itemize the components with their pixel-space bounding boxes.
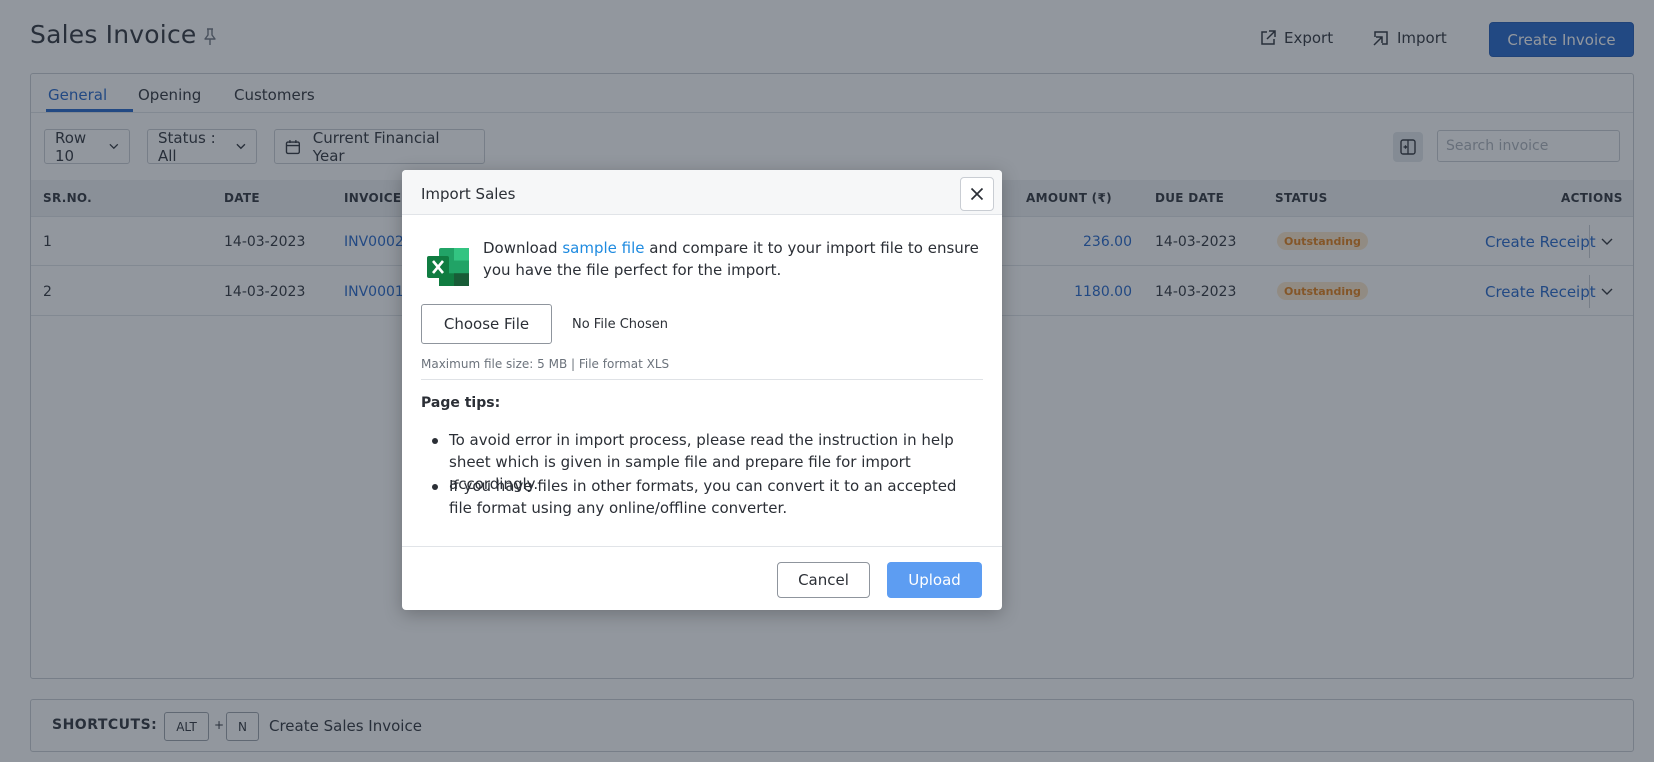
page-tips-title: Page tips: xyxy=(421,395,501,411)
cancel-button[interactable]: Cancel xyxy=(777,562,870,598)
choose-file-button[interactable]: Choose File xyxy=(421,304,552,344)
file-constraints-note: Maximum file size: 5 MB | File format XL… xyxy=(421,357,670,371)
import-sales-dialog: Import Sales Download sample file and co… xyxy=(402,170,1002,610)
bullet xyxy=(432,484,438,490)
close-icon xyxy=(970,187,984,201)
download-instructions: Download sample file and compare it to y… xyxy=(483,237,983,281)
bullet xyxy=(432,438,438,444)
dialog-title: Import Sales xyxy=(421,185,516,203)
intro-text-before: Download xyxy=(483,239,563,257)
footer-divider xyxy=(402,546,1002,547)
close-button[interactable] xyxy=(960,177,994,211)
dialog-header: Import Sales xyxy=(402,170,1002,215)
upload-button[interactable]: Upload xyxy=(887,562,982,598)
divider xyxy=(421,379,983,380)
excel-file-icon xyxy=(427,248,469,286)
tip-item: If you have files in other formats, you … xyxy=(449,477,957,517)
selected-file-label: No File Chosen xyxy=(572,317,668,332)
sample-file-link[interactable]: sample file xyxy=(562,239,644,257)
